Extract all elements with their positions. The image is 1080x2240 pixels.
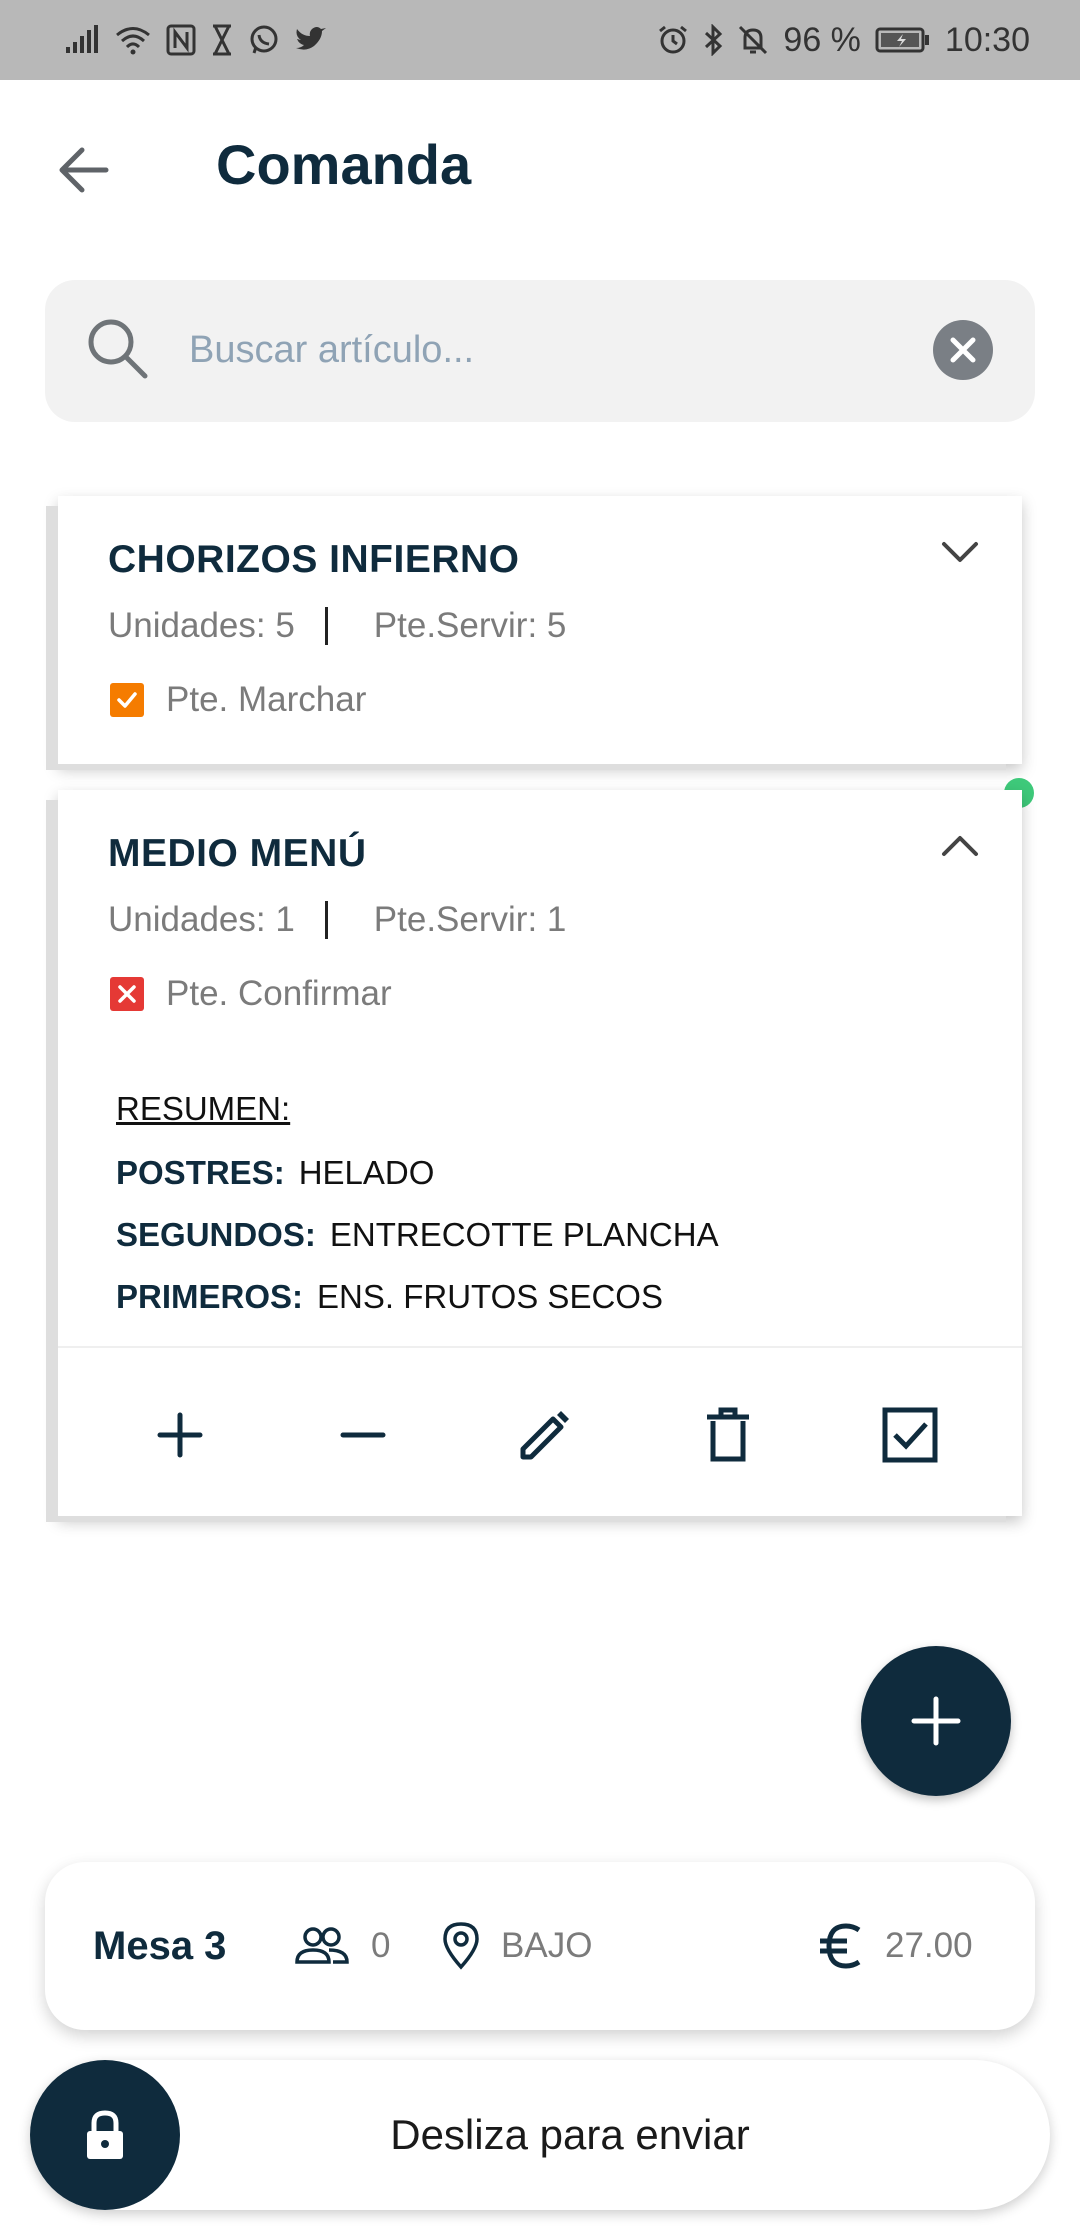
order-total: 27.00: [817, 1862, 973, 2030]
summary-title: RESUMEN:: [116, 1090, 291, 1127]
dish-label: HELADO: [298, 1154, 435, 1191]
search-input[interactable]: [189, 310, 949, 390]
order-item-counts: Unidades: 5 Pte.Servir: 5: [108, 606, 566, 646]
people-icon: [295, 1927, 349, 1964]
summary-row: SEGUNDOS: ENTRECOTTE PLANCHA: [116, 1216, 719, 1254]
order-item-status: Pte. Marchar: [110, 680, 366, 720]
separator: [324, 607, 328, 645]
app-bar: Comanda: [0, 80, 1080, 250]
clear-search-button[interactable]: [933, 320, 993, 380]
add-item-button[interactable]: [861, 1646, 1011, 1796]
order-item-name: MEDIO MENÚ: [108, 832, 367, 875]
status-label: Pte. Marchar: [166, 680, 367, 719]
expand-button[interactable]: [938, 530, 982, 574]
bluetooth-icon: [703, 24, 723, 56]
plus-icon: [157, 1412, 203, 1458]
trash-icon: [707, 1407, 749, 1462]
order-item-card[interactable]: MEDIO MENÚ Unidades: 1 Pte.Servir: 1 Pte…: [58, 790, 1022, 1516]
hourglass-icon: [210, 24, 234, 56]
x-mark-icon: [110, 977, 144, 1011]
remove-unit-button[interactable]: [328, 1400, 398, 1470]
slider-handle[interactable]: [30, 2060, 180, 2210]
search-icon: [85, 316, 151, 387]
pencil-icon: [520, 1411, 569, 1460]
search-bar: [45, 280, 1035, 422]
diners-count: 0: [293, 1862, 390, 2030]
page-title: Comanda: [216, 133, 472, 196]
order-item-card[interactable]: CHORIZOS INFIERNO Unidades: 5 Pte.Servir…: [58, 496, 1022, 764]
status-bar: 96 % 10:30: [0, 0, 1080, 80]
slider-label: Desliza para enviar: [390, 2111, 750, 2158]
summary-row: PRIMEROS: ENS. FRUTOS SECOS: [116, 1278, 719, 1316]
order-item-status: Pte. Confirmar: [110, 974, 392, 1014]
back-button[interactable]: [52, 138, 116, 202]
lock-icon: [87, 2110, 123, 2159]
confirm-button[interactable]: [875, 1400, 945, 1470]
wifi-icon: [114, 25, 152, 55]
diners-value: 0: [371, 1926, 391, 1965]
item-actions: [58, 1400, 1022, 1470]
twitter-icon: [294, 26, 328, 54]
mute-icon: [737, 24, 769, 56]
plus-icon: [911, 1696, 961, 1746]
chevron-down-icon: [942, 542, 978, 562]
edit-button[interactable]: [510, 1400, 580, 1470]
clock: 10:30: [944, 20, 1030, 59]
dish-label: ENTRECOTTE PLANCHA: [329, 1216, 719, 1253]
status-label: Pte. Confirmar: [166, 974, 392, 1013]
location-pin-icon: [443, 1922, 479, 1970]
dish-label: ENS. FRUTOS SECOS: [317, 1278, 663, 1315]
collapse-button[interactable]: [938, 824, 982, 868]
battery-icon: [875, 26, 931, 54]
course-label: PRIMEROS:: [116, 1278, 304, 1315]
signal-icon: [64, 25, 100, 55]
swipe-to-send-slider[interactable]: Desliza para enviar: [30, 2060, 1050, 2210]
pending-serve-label: Pte.Servir: 1: [373, 900, 567, 939]
status-bar-right: 96 % 10:30: [657, 21, 1030, 60]
summary-row: POSTRES: HELADO: [116, 1154, 719, 1192]
euro-icon: [820, 1923, 861, 1969]
menu-summary: RESUMEN: POSTRES: HELADO SEGUNDOS: ENTRECO…: [116, 1090, 719, 1340]
check-icon: [110, 683, 144, 717]
nfc-icon: [166, 24, 196, 56]
minus-icon: [340, 1432, 386, 1438]
order-item-counts: Unidades: 1 Pte.Servir: 1: [108, 900, 566, 940]
table-info-bar: Mesa 3 0 BAJO 27.00: [45, 1862, 1035, 2030]
separator: [324, 901, 328, 939]
zone-value: BAJO: [501, 1926, 593, 1965]
units-label: Unidades: 1: [108, 900, 295, 939]
status-bar-left: [64, 24, 328, 56]
course-label: SEGUNDOS:: [116, 1216, 316, 1253]
close-icon: [950, 337, 976, 363]
alarm-icon: [657, 24, 689, 56]
pending-serve-label: Pte.Servir: 5: [373, 606, 567, 645]
whatsapp-icon: [248, 24, 280, 56]
course-label: POSTRES:: [116, 1154, 285, 1191]
chevron-up-icon: [942, 836, 978, 856]
divider: [58, 1346, 1022, 1348]
total-value: 27.00: [885, 1926, 973, 1965]
zone: BAJO: [441, 1862, 592, 2030]
table-label: Mesa 3: [93, 1923, 227, 1968]
order-item-name: CHORIZOS INFIERNO: [108, 538, 520, 581]
units-label: Unidades: 5: [108, 606, 295, 645]
checkbox-checked-icon: [882, 1407, 938, 1463]
arrow-left-icon: [59, 147, 109, 193]
delete-button[interactable]: [693, 1400, 763, 1470]
battery-percent: 96 %: [783, 20, 861, 59]
add-unit-button[interactable]: [145, 1400, 215, 1470]
